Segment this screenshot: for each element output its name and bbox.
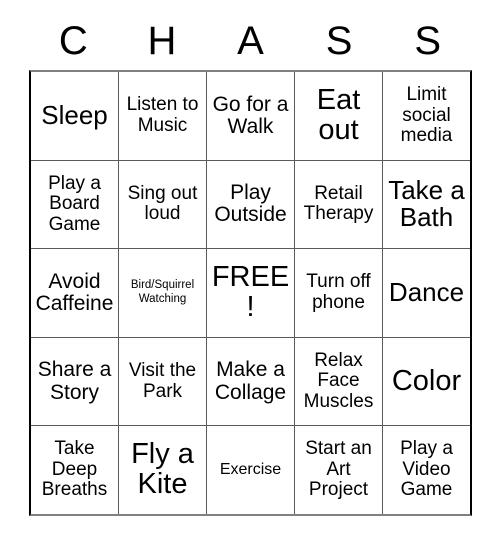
bingo-cell-r1c3[interactable]: Go for a Walk — [206, 72, 294, 160]
header-letter-1: C — [58, 19, 88, 63]
bingo-cell-label: Take Deep Breaths — [41, 438, 108, 501]
bingo-cell-r2c2[interactable]: Sing out loud — [118, 160, 206, 249]
bingo-cell-label: Play Outside — [214, 181, 287, 227]
bingo-cell-label: Fly a Kite — [131, 438, 194, 501]
bingo-cell-label: Visit the Park — [128, 360, 197, 402]
bingo-cell-label: Start an Art Project — [305, 438, 372, 501]
bingo-cell-label: Play a Board Game — [48, 172, 101, 235]
bingo-cell-label: Relax Face Muscles — [303, 349, 374, 412]
header-letter-2: H — [147, 19, 177, 63]
bingo-cell-r5c4[interactable]: Start an Art Project — [294, 426, 382, 514]
bingo-cell-r4c3[interactable]: Make a Collage — [206, 337, 294, 426]
bingo-cell-label: Listen to Music — [126, 94, 199, 136]
bingo-row-4: Share a Story Visit the Park Make a Coll… — [31, 336, 470, 426]
bingo-cell-label: Eat out — [316, 83, 361, 146]
bingo-cell-r5c1[interactable]: Take Deep Breaths — [31, 426, 118, 514]
bingo-cell-label: Sleep — [41, 100, 108, 131]
bingo-cell-r5c5[interactable]: Play a Video Game — [382, 426, 470, 514]
bingo-cell-r5c2[interactable]: Fly a Kite — [118, 426, 206, 514]
bingo-cell-r2c1[interactable]: Play a Board Game — [31, 160, 118, 249]
bingo-cell-label: Retail Therapy — [303, 182, 374, 225]
bingo-cell-r3c1[interactable]: Avoid Caffeine — [31, 249, 118, 337]
bingo-cell-label: Go for a Walk — [212, 92, 289, 138]
bingo-cell-r4c1[interactable]: Share a Story — [31, 337, 118, 426]
bingo-header-row: C H A S S — [29, 12, 472, 70]
bingo-cell-r1c2[interactable]: Listen to Music — [118, 72, 206, 160]
bingo-cell-r2c5[interactable]: Take a Bath — [382, 160, 470, 249]
bingo-card: C H A S S Sleep Listen to Music Go for a… — [0, 0, 500, 544]
bingo-row-5: Take Deep Breaths Fly a Kite Exercise St… — [31, 425, 470, 514]
bingo-row-3: Avoid Caffeine Bird/Squirrel Watching FR… — [31, 248, 470, 337]
bingo-cell-free-space[interactable]: FREE! — [206, 249, 294, 337]
bingo-cell-label: Limit social media — [400, 84, 453, 147]
bingo-row-2: Play a Board Game Sing out loud Play Out… — [31, 159, 470, 249]
bingo-row-1: Sleep Listen to Music Go for a Walk Eat … — [31, 72, 470, 160]
header-letter-3: A — [237, 19, 264, 63]
bingo-cell-label: Exercise — [219, 461, 282, 479]
bingo-cell-r2c3[interactable]: Play Outside — [206, 160, 294, 249]
header-letter-5: S — [414, 19, 442, 63]
header-letter-4: S — [325, 19, 353, 63]
bingo-cell-r4c5[interactable]: Color — [382, 337, 470, 426]
bingo-cell-label: Sing out loud — [127, 182, 198, 225]
bingo-cell-label: Take a Bath — [388, 175, 465, 233]
bingo-cell-r2c4[interactable]: Retail Therapy — [294, 160, 382, 249]
bingo-cell-r3c5[interactable]: Dance — [382, 249, 470, 337]
bingo-cell-r3c2[interactable]: Bird/Squirrel Watching — [118, 249, 206, 337]
bingo-cell-label: Color — [391, 364, 462, 397]
bingo-cell-r4c2[interactable]: Visit the Park — [118, 337, 206, 426]
bingo-grid: Sleep Listen to Music Go for a Walk Eat … — [29, 70, 472, 516]
bingo-cell-r5c3[interactable]: Exercise — [206, 426, 294, 514]
bingo-cell-label: Dance — [388, 277, 465, 308]
bingo-cell-r1c4[interactable]: Eat out — [294, 72, 382, 160]
bingo-cell-label: Share a Story — [37, 358, 112, 404]
bingo-cell-label: Turn off phone — [306, 271, 371, 313]
bingo-cell-r4c4[interactable]: Relax Face Muscles — [294, 337, 382, 426]
bingo-cell-label: Play a Video Game — [400, 438, 453, 501]
bingo-cell-label: FREE! — [211, 261, 290, 323]
bingo-cell-label: Avoid Caffeine — [35, 269, 114, 315]
bingo-cell-label: Bird/Squirrel Watching — [130, 279, 195, 305]
bingo-cell-r1c5[interactable]: Limit social media — [382, 72, 470, 160]
bingo-cell-r1c1[interactable]: Sleep — [31, 72, 118, 160]
bingo-cell-label: Make a Collage — [214, 358, 287, 404]
bingo-cell-r3c4[interactable]: Turn off phone — [294, 249, 382, 337]
